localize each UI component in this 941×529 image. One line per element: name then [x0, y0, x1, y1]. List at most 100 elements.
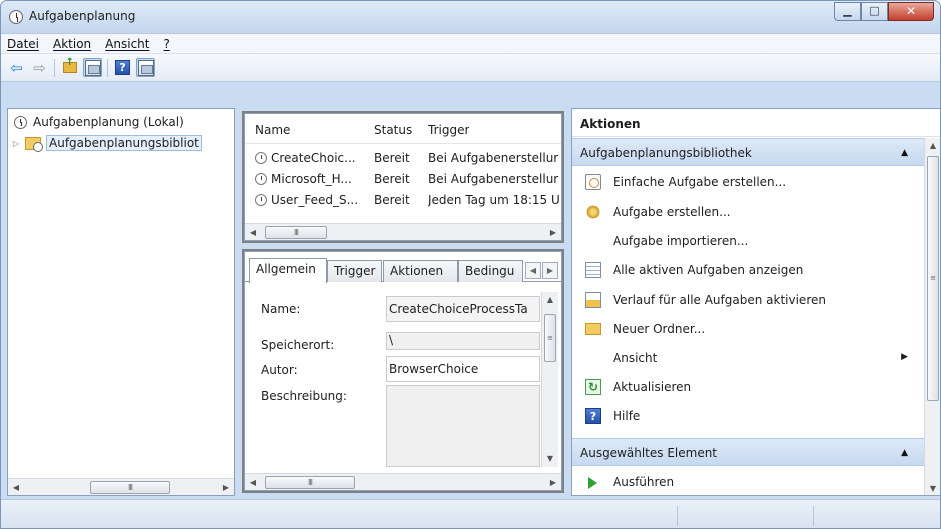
task-trigger: Bei Aufgabenerstellur — [428, 151, 559, 165]
action-refresh[interactable]: ↻ Aktualisieren — [572, 372, 924, 402]
menu-aktion[interactable]: Aktion — [53, 37, 91, 51]
forward-arrow-icon[interactable]: ⇨ — [30, 58, 49, 77]
folder-up-icon — [62, 57, 77, 73]
column-header-trigger[interactable]: Trigger — [428, 123, 469, 137]
detail-vertical-scrollbar[interactable]: ▲ ≡ ▼ — [541, 292, 558, 467]
location-field[interactable] — [386, 332, 540, 350]
scroll-right-icon[interactable]: ▶ — [545, 478, 561, 487]
window-title: Aufgabenplanung — [29, 9, 136, 23]
column-header-name[interactable]: Name — [255, 123, 290, 137]
back-arrow-icon[interactable]: ⇦ — [7, 58, 26, 77]
action-label: Aufgabe erstellen... — [613, 205, 731, 219]
maximize-icon: □ — [869, 4, 880, 17]
scroll-up-icon[interactable]: ▲ — [542, 292, 558, 308]
tree-item-library[interactable]: ▷ Aufgabenplanungsbibliot — [11, 134, 202, 152]
action-create-basic-task[interactable]: Einfache Aufgabe erstellen... — [572, 167, 924, 197]
name-value: CreateChoiceProcessTa — [389, 302, 528, 316]
tree-item-root-label: Aufgabenplanung (Lokal) — [33, 115, 184, 129]
action-import-task[interactable]: Aufgabe importieren... — [572, 226, 924, 256]
show-console-tree-button[interactable] — [83, 58, 102, 77]
scroll-down-icon[interactable]: ▼ — [542, 451, 558, 467]
scroll-down-icon[interactable]: ▼ — [925, 481, 940, 495]
toolbar-separator — [107, 58, 108, 77]
scrollbar-thumb[interactable]: ≡ — [927, 156, 939, 401]
collapse-up-icon[interactable]: ▲ — [901, 448, 908, 458]
description-field[interactable] — [386, 385, 540, 467]
task-list-horizontal-scrollbar[interactable]: ◀ III ▶ — [245, 223, 561, 240]
up-folder-button[interactable] — [60, 57, 79, 77]
action-run[interactable]: Ausführen — [572, 467, 924, 495]
action-enable-history[interactable]: Verlauf für alle Aufgaben aktivieren — [572, 285, 924, 315]
scrollbar-thumb[interactable]: III — [265, 475, 355, 489]
task-row[interactable]: CreateChoic... Bereit Bei Aufgabenerstel… — [245, 148, 561, 168]
task-clock-icon — [255, 173, 267, 185]
task-name: CreateChoic... — [271, 151, 356, 165]
tab-scroll-right-icon[interactable]: ▶ — [542, 262, 558, 279]
actions-vertical-scrollbar[interactable]: ▲ ≡ ▼ — [924, 138, 940, 495]
task-scheduler-clock-icon — [9, 10, 23, 24]
scroll-left-icon[interactable]: ◀ — [245, 228, 261, 237]
menu-help[interactable]: ? — [163, 37, 169, 51]
maximize-button[interactable]: □ — [861, 2, 888, 21]
actions-pane: Aktionen Aufgabenplanungsbibliothek ▲ Ei… — [571, 108, 940, 496]
action-label: Ausführen — [613, 475, 675, 489]
action-label: Aktualisieren — [613, 380, 692, 394]
action-new-folder[interactable]: Neuer Ordner... — [572, 314, 924, 344]
menu-datei[interactable]: Datei — [7, 37, 39, 51]
scrollbar-thumb[interactable]: III — [90, 480, 170, 494]
task-details: Allgemein Trigger Aktionen Bedingu ◀ ▶ N… — [242, 249, 564, 493]
tab-allgemein[interactable]: Allgemein — [249, 258, 327, 283]
menu-ansicht[interactable]: Ansicht — [105, 37, 149, 51]
section-header-selected[interactable]: Ausgewähltes Element ▲ — [572, 438, 924, 466]
section-header-library-label: Aufgabenplanungsbibliothek — [580, 146, 752, 160]
action-help[interactable]: ? Hilfe — [572, 401, 924, 431]
window-controls: ▁ □ ✕ — [834, 2, 934, 21]
action-label: Neuer Ordner... — [613, 322, 706, 336]
help-button[interactable]: ? — [113, 58, 132, 77]
collapse-up-icon[interactable]: ▲ — [901, 148, 908, 158]
folder-icon — [585, 323, 601, 335]
tree-item-root[interactable]: Aufgabenplanung (Lokal) — [14, 113, 184, 131]
show-action-pane-button[interactable] — [136, 58, 155, 77]
detail-tabs: Allgemein Trigger Aktionen Bedingu ◀ ▶ — [245, 252, 561, 283]
title-bar: Aufgabenplanung ▁ □ ✕ — [1, 1, 940, 33]
action-create-task[interactable]: Aufgabe erstellen... — [572, 197, 924, 227]
menu-bar: Datei Aktion Ansicht ? — [1, 33, 940, 54]
action-label: Aufgabe importieren... — [613, 234, 749, 248]
task-row[interactable]: Microsoft_H... Bereit Bei Aufgabenerstel… — [245, 169, 561, 189]
tab-aktionen[interactable]: Aktionen — [383, 260, 458, 282]
section-header-library[interactable]: Aufgabenplanungsbibliothek ▲ — [572, 138, 924, 166]
history-icon — [585, 292, 601, 308]
help-icon: ? — [115, 60, 130, 75]
scroll-left-icon[interactable]: ◀ — [245, 478, 261, 487]
tree-horizontal-scrollbar[interactable]: ◀ III ▶ — [8, 478, 234, 495]
tab-trigger[interactable]: Trigger — [327, 260, 382, 282]
detail-horizontal-scrollbar[interactable]: ◀ III ▶ — [245, 473, 561, 490]
action-show-active-tasks[interactable]: Alle aktiven Aufgaben anzeigen — [572, 255, 924, 285]
tab-bedingungen[interactable]: Bedingu — [458, 260, 523, 282]
task-clock-icon — [255, 152, 267, 164]
minimize-button[interactable]: ▁ — [834, 2, 861, 21]
status-bar-divider — [677, 506, 678, 526]
author-label: Autor: — [261, 363, 298, 377]
close-icon: ✕ — [905, 4, 917, 18]
scroll-right-icon[interactable]: ▶ — [545, 228, 561, 237]
task-list-header: Name Status Trigger — [245, 114, 561, 144]
description-label: Beschreibung: — [261, 389, 347, 403]
task-row[interactable]: User_Feed_S... Bereit Jeden Tag um 18:15… — [245, 190, 561, 210]
expand-arrow-icon[interactable]: ▷ — [11, 139, 21, 148]
scroll-left-icon[interactable]: ◀ — [8, 483, 24, 492]
submenu-arrow-icon: ▶ — [901, 352, 908, 362]
task-clock-icon — [255, 194, 267, 206]
console-tree: Aufgabenplanung (Lokal) ▷ Aufgabenplanun… — [7, 108, 235, 496]
action-label: Ansicht — [613, 351, 658, 365]
tab-scroll-left-icon[interactable]: ◀ — [525, 262, 541, 279]
scrollbar-thumb[interactable]: ≡ — [544, 314, 556, 362]
location-value: \ — [389, 333, 394, 347]
scroll-up-icon[interactable]: ▲ — [925, 138, 940, 154]
scrollbar-thumb[interactable]: III — [265, 225, 327, 239]
action-view[interactable]: Ansicht ▶ — [572, 343, 924, 373]
column-header-status[interactable]: Status — [374, 123, 412, 137]
close-button[interactable]: ✕ — [888, 2, 934, 21]
scroll-right-icon[interactable]: ▶ — [218, 483, 234, 492]
